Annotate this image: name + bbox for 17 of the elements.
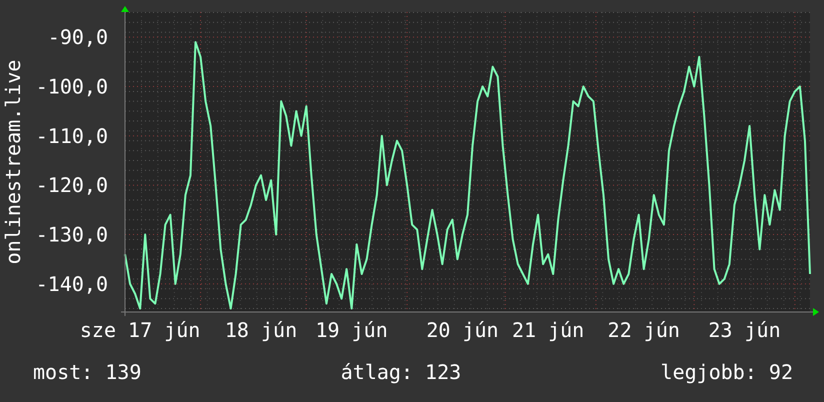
axis-label: 18 jún	[224, 318, 298, 342]
axis-label: 19 jún	[316, 318, 388, 342]
axis-label: -130,0	[36, 222, 108, 247]
axis-label: -140,0	[36, 272, 108, 296]
legend-text: legjobb: 92	[660, 360, 793, 384]
axis-label: -90,0	[48, 25, 108, 50]
axis-label: sze 17 jún	[80, 318, 200, 342]
axis-label: -120,0	[36, 173, 108, 198]
axis-label: -110,0	[36, 124, 108, 148]
legend-text: most: 139	[33, 360, 142, 384]
axis-label: 21 jún	[512, 318, 584, 342]
axis-label: 22 jún	[608, 318, 680, 342]
axis-title: onlinestream.live	[1, 60, 25, 264]
legend-text: átlag: 123	[340, 360, 462, 384]
axis-label: 23 jún	[708, 318, 781, 342]
axis-label: 20 jún	[426, 318, 499, 342]
axis-label: -100,0	[36, 74, 108, 98]
